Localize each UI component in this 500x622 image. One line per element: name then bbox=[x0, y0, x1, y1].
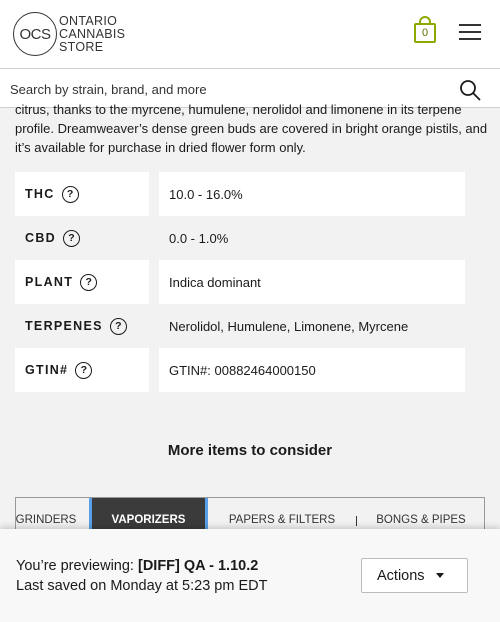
preview-status: You’re previewing: [DIFF] QA - 1.10.2 bbox=[16, 558, 259, 574]
attribute-row-plant: PLANT? Indica dominant bbox=[15, 260, 465, 304]
logo-line: STORE bbox=[59, 39, 104, 54]
logo-line: ONTARIO bbox=[59, 13, 118, 28]
product-description: citrus, thanks to the myrcene, humulene,… bbox=[15, 102, 488, 155]
attribute-value: GTIN#: 00882464000150 bbox=[159, 348, 465, 392]
attribute-label: THC bbox=[25, 187, 55, 201]
site-header: OCS ONTARIO CANNABIS STORE 0 bbox=[0, 0, 500, 69]
actions-button[interactable]: Actions bbox=[361, 558, 468, 593]
cart-count: 0 bbox=[414, 23, 436, 43]
help-icon[interactable]: ? bbox=[61, 185, 79, 203]
attribute-value: Indica dominant bbox=[159, 260, 465, 304]
attribute-value: 10.0 - 16.0% bbox=[159, 172, 465, 216]
shopping-bag-icon[interactable]: 0 bbox=[414, 16, 436, 44]
help-icon[interactable]: ? bbox=[80, 273, 98, 291]
search-icon[interactable] bbox=[459, 79, 481, 101]
ocs-logo[interactable]: OCS ONTARIO CANNABIS STORE bbox=[13, 12, 125, 56]
caret-down-icon bbox=[435, 573, 444, 578]
logo-wordmark: ONTARIO CANNABIS STORE bbox=[59, 13, 126, 54]
actions-label: Actions bbox=[377, 567, 425, 584]
hamburger-menu-icon[interactable] bbox=[459, 24, 481, 41]
attribute-row-gtin: GTIN#? GTIN#: 00882464000150 bbox=[15, 348, 465, 392]
attribute-value: 0.0 - 1.0% bbox=[169, 230, 229, 246]
last-saved-text: Last saved on Monday at 5:23 pm EDT bbox=[16, 578, 268, 594]
attribute-value: Nerolidol, Humulene, Limonene, Myrcene bbox=[169, 318, 409, 334]
help-icon[interactable]: ? bbox=[62, 229, 80, 247]
search-input[interactable] bbox=[10, 78, 430, 100]
tab-divider bbox=[356, 516, 357, 526]
attribute-label: CBD bbox=[25, 231, 56, 245]
more-items-heading: More items to consider bbox=[167, 442, 333, 459]
logo-line: CANNABIS bbox=[59, 26, 126, 41]
attribute-row-thc: THC? 10.0 - 16.0% bbox=[15, 172, 465, 216]
help-icon[interactable]: ? bbox=[75, 361, 93, 379]
attribute-row-cbd: CBD? 0.0 - 1.0% bbox=[15, 216, 465, 260]
logo-mark: OCS bbox=[13, 12, 57, 56]
help-icon[interactable]: ? bbox=[109, 317, 127, 335]
attribute-row-terpenes: TERPENES? Nerolidol, Humulene, Limonene,… bbox=[15, 304, 465, 348]
preview-bar: You’re previewing: [DIFF] QA - 1.10.2 La… bbox=[0, 529, 500, 622]
attribute-label: PLANT bbox=[25, 275, 74, 289]
preview-name: [DIFF] QA - 1.10.2 bbox=[137, 558, 259, 574]
attribute-label: GTIN# bbox=[25, 363, 69, 377]
attribute-label: TERPENES bbox=[25, 319, 103, 333]
